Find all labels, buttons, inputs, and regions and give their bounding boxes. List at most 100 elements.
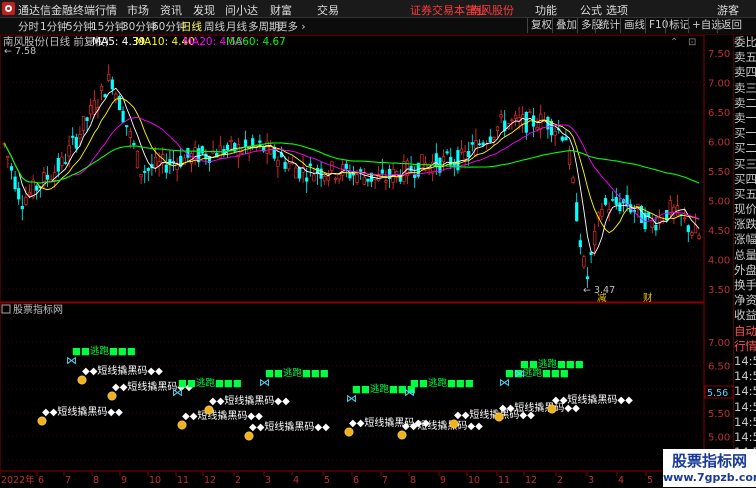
sidebar-item[interactable]: 委比 (734, 35, 756, 50)
period-monthly[interactable]: 月线 (226, 19, 247, 34)
candle-body (71, 135, 75, 138)
candle-body (63, 162, 68, 164)
menu-jiaoyi[interactable]: 交易 (317, 2, 339, 18)
sidebar-item[interactable]: 14:50 (734, 415, 756, 430)
sidebar-item[interactable]: 卖二 (734, 96, 756, 111)
candle-body (441, 156, 446, 163)
kline-chart[interactable]: 南风股份(日线 前复权) MA5: 4.39 MA10: 4.40 MA20: … (0, 34, 756, 486)
sidebar-item[interactable]: 14:50 (734, 430, 756, 445)
period-weekly[interactable]: 周线 (204, 19, 225, 34)
sidebar-item[interactable]: 总量 (734, 248, 756, 263)
escape-label: ■■逃跑■■■ (265, 367, 329, 379)
candle-body (672, 206, 676, 213)
sidebar-item[interactable]: 涨幅 (734, 232, 756, 247)
sidebar-item[interactable]: 涨跌 (734, 217, 756, 232)
user-label[interactable]: 游客 (717, 2, 739, 18)
date-label: 2 (557, 475, 563, 485)
period-15min[interactable]: 15分钟 (91, 19, 125, 34)
short-code-label: ◆◆短线撬黑码◆◆ (82, 364, 163, 377)
sidebar-item[interactable]: 14:50 (734, 354, 756, 369)
period-more[interactable]: 更多 › (277, 19, 306, 34)
candle-body (110, 79, 114, 90)
coin-icon (244, 431, 254, 441)
candle-body (337, 174, 341, 180)
sidebar-item[interactable]: 换手 (734, 278, 756, 293)
sidebar-item[interactable]: 卖五 (734, 50, 756, 65)
tool-fanhui[interactable]: 返回 (717, 18, 745, 33)
coin-icon (397, 430, 407, 440)
candle-body (528, 111, 532, 114)
mark-jian[interactable]: 减 (597, 292, 607, 304)
coin-icon (107, 391, 117, 401)
sidebar-item[interactable]: 收益 (734, 308, 756, 323)
coin-icon (77, 375, 87, 385)
tool-diejia[interactable]: 叠加 (552, 18, 580, 33)
indicator-toggle-icon[interactable] (1, 304, 11, 314)
mark-cai[interactable]: 财 (643, 292, 653, 304)
menu-wenxiaoda[interactable]: 问小达 (225, 2, 258, 18)
sidebar-item[interactable]: 14:50 (734, 369, 756, 384)
short-code-label: ◆◆短线撬黑码◆◆ (209, 394, 290, 407)
candle-body (153, 156, 158, 168)
sidebar-item[interactable]: 买一 (734, 126, 756, 141)
candle-body (78, 134, 82, 139)
candle-body (251, 138, 255, 147)
menu-zixun[interactable]: 资讯 (160, 2, 182, 18)
candle-body (582, 256, 586, 268)
sidebar-item[interactable]: 现价 (734, 202, 756, 217)
sidebar-item[interactable]: 卖三 (734, 81, 756, 96)
sidebar-item[interactable]: 买三 (734, 157, 756, 172)
menu-gongshi[interactable]: 公式 (580, 2, 602, 18)
tool-fuquan[interactable]: 复权 (527, 18, 555, 33)
candle-body (125, 125, 129, 128)
date-label: 5 (324, 475, 330, 485)
maximize-icon[interactable]: ⊡ (688, 37, 696, 48)
tool-huaxian[interactable]: 画线 (620, 18, 648, 33)
candle-body (499, 114, 503, 118)
sidebar-item[interactable]: 14:50 (734, 384, 756, 399)
period-5min[interactable]: 5分钟 (66, 19, 94, 34)
menu-faxian[interactable]: 发现 (193, 2, 215, 18)
date-axis: 2022年67891011122345678910111223456 (0, 472, 681, 486)
collapse-icon[interactable]: ⌃ (670, 37, 678, 48)
candle-body (380, 169, 384, 174)
menu-hangqing[interactable]: 行情 (95, 2, 117, 18)
period-multi[interactable]: 多周期 (248, 19, 280, 34)
candle-body (9, 166, 14, 171)
chart-area[interactable]: 南风股份(日线 前复权) MA5: 4.39 MA10: 4.40 MA20: … (0, 34, 756, 486)
sidebar-item[interactable]: 行情 (734, 339, 756, 354)
candle-body (567, 149, 572, 166)
tool-tongji[interactable]: 统计 (595, 18, 623, 33)
escape-label: ■■逃跑■■■ (410, 377, 474, 389)
sidebar-item[interactable]: 买四 (734, 172, 756, 187)
sidebar-item[interactable]: 买五 (734, 187, 756, 202)
sidebar-item[interactable]: 14:50 (734, 400, 756, 415)
sidebar-item[interactable]: 卖四 (734, 65, 756, 80)
menu-shichang[interactable]: 市场 (127, 2, 149, 18)
period-daily[interactable]: 日线 (181, 19, 202, 34)
candle-body (560, 136, 564, 141)
period-fenshi[interactable]: 分时 (18, 19, 39, 34)
menu-caifu[interactable]: 财富 (270, 2, 292, 18)
short-code-label: ◆◆短线撬黑码◆◆ (42, 405, 123, 418)
sidebar-item[interactable]: 外盘 (734, 263, 756, 278)
ma-line-ma60 (3, 142, 700, 184)
candle-body (13, 176, 17, 190)
candle-body (603, 198, 608, 205)
menu-xuanxiang[interactable]: 选项 (606, 2, 628, 18)
sidebar-item[interactable]: 买二 (734, 141, 756, 156)
period-1min[interactable]: 1分钟 (40, 19, 68, 34)
candle-body (355, 174, 359, 183)
candle-body (89, 105, 93, 115)
candle-body (276, 159, 280, 167)
promo-stock[interactable]: 南风股份 (470, 2, 514, 18)
candle-body (618, 202, 622, 212)
menu-gongneng[interactable]: 功能 (535, 2, 557, 18)
date-label: 3 (265, 475, 271, 485)
sidebar-item[interactable]: 自动 (734, 324, 756, 339)
sidebar-item[interactable]: 净资 (734, 293, 756, 308)
sidebar-item[interactable]: 卖一 (734, 111, 756, 126)
candle-body (690, 232, 694, 236)
candle-body (287, 162, 291, 170)
ma-line-ma10 (3, 98, 700, 234)
